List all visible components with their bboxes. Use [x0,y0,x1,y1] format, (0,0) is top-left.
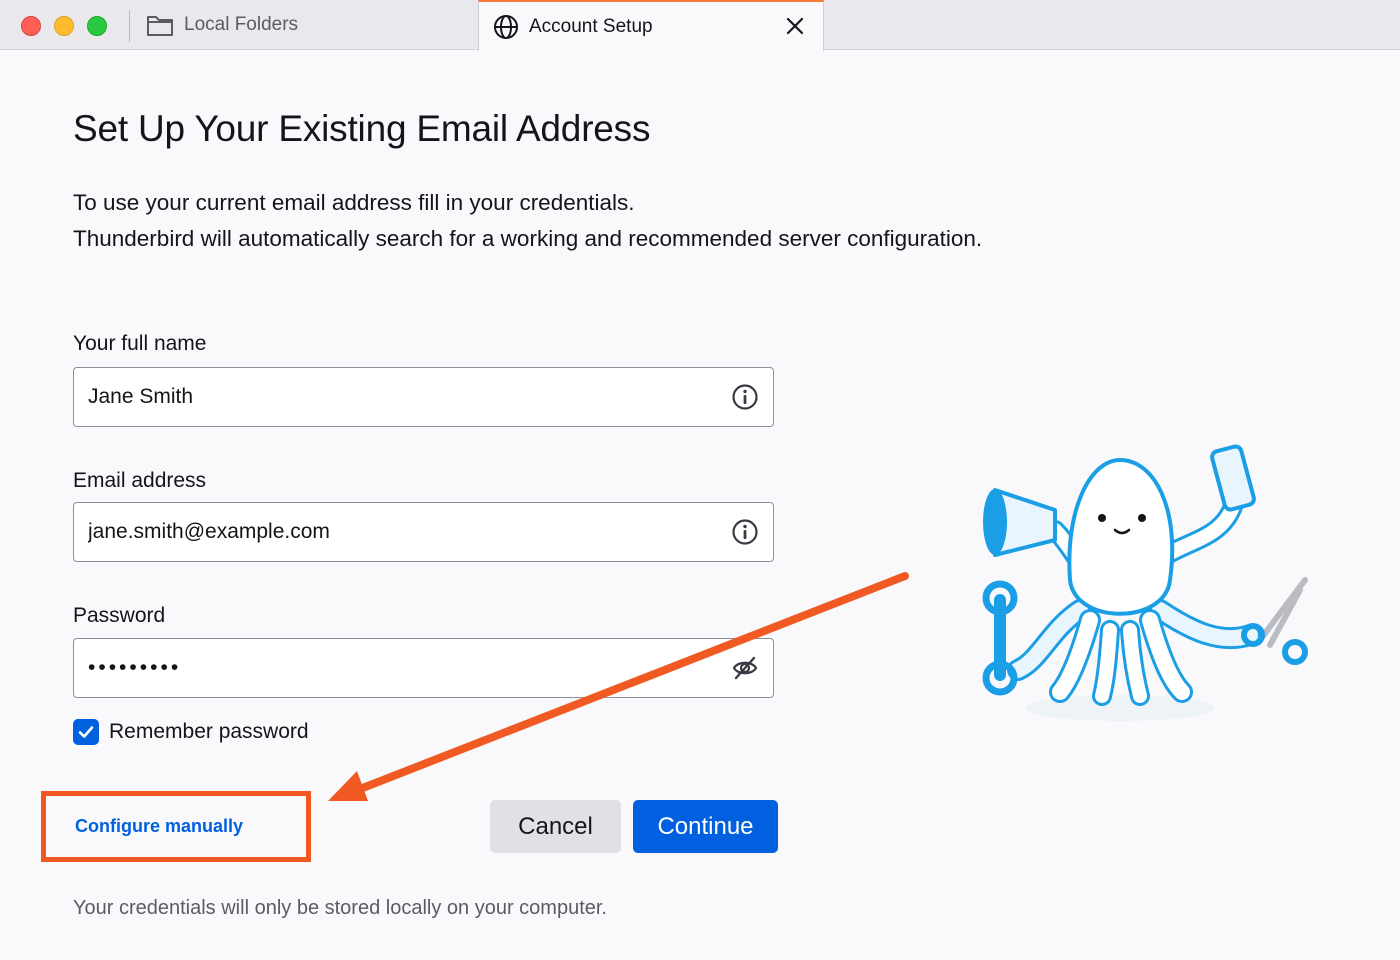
full-name-input[interactable] [88,368,708,425]
globe-icon [494,14,518,39]
page-title: Set Up Your Existing Email Address [73,108,651,149]
email-input[interactable] [88,503,708,560]
tab-bar: Local Folders Account Setup [0,0,1400,51]
email-label: Email address [73,469,207,492]
close-icon[interactable] [783,14,807,38]
password-field [73,638,774,698]
remember-password-label: Remember password [109,720,309,743]
tab-account-setup[interactable]: Account Setup [478,0,824,51]
remember-password-row: Remember password [73,719,309,745]
tab-label: Account Setup [529,15,653,37]
credentials-note: Your credentials will only be stored loc… [73,897,607,919]
window-minimize-button[interactable] [54,16,74,36]
octopus-mascot-illustration [982,444,1308,721]
intro-line: Thunderbird will automatically search fo… [73,226,983,251]
info-icon[interactable] [731,383,759,411]
password-input[interactable] [88,639,708,696]
email-field [73,502,774,562]
info-icon[interactable] [731,518,759,546]
window-zoom-button[interactable] [87,16,107,36]
cancel-button[interactable]: Cancel [490,800,621,853]
full-name-label: Your full name [73,332,207,355]
remember-password-checkbox[interactable] [73,719,99,745]
full-name-field [73,367,774,427]
configure-manually-link[interactable]: Configure manually [75,816,243,837]
intro-text: To use your current email address fill i… [73,185,982,257]
intro-line: To use your current email address fill i… [73,190,635,215]
window-close-button[interactable] [21,16,41,36]
continue-button[interactable]: Continue [633,800,778,853]
folder-icon [147,16,173,36]
tab-local-folders[interactable]: Local Folders [140,0,476,50]
checkmark-icon [78,726,94,738]
password-label: Password [73,604,166,627]
tab-label: Local Folders [184,14,299,35]
tab-divider [129,10,130,42]
eye-slash-icon[interactable] [731,654,759,682]
